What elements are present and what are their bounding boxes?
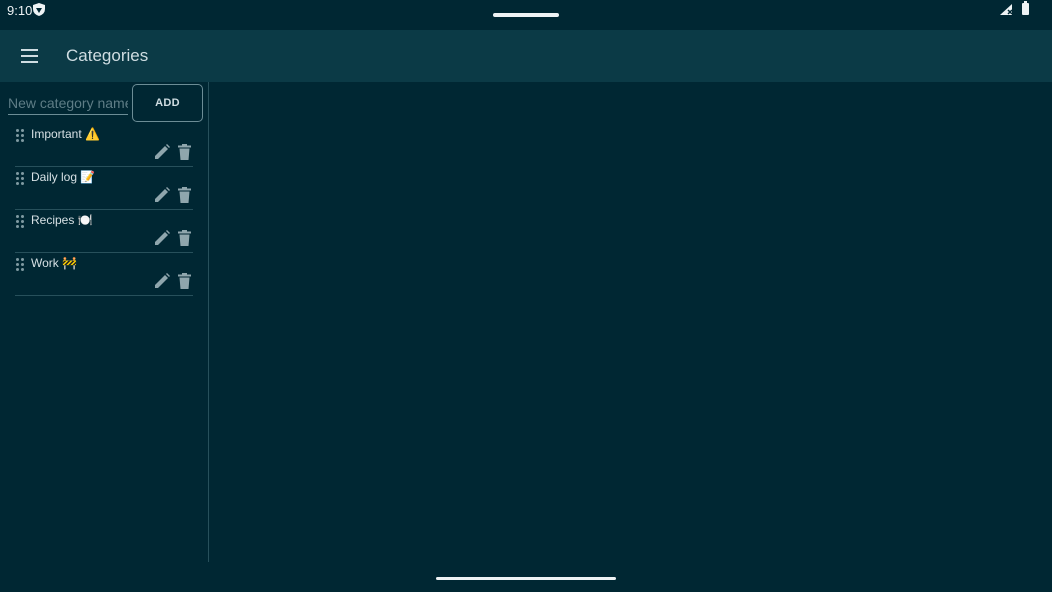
category-list: Important ⚠️ Daily log 📝 Recipes 🍽️ Work…	[0, 124, 208, 296]
delete-trash-icon[interactable]	[178, 144, 191, 160]
battery-icon	[1022, 1, 1029, 15]
drag-handle-icon[interactable]	[15, 128, 25, 144]
page-title: Categories	[66, 46, 149, 65]
category-label: Recipes 🍽️	[31, 213, 93, 227]
edit-pencil-icon[interactable]	[154, 144, 170, 160]
signal-icon	[1000, 4, 1013, 15]
edit-pencil-icon[interactable]	[154, 273, 170, 289]
delete-trash-icon[interactable]	[178, 273, 191, 289]
delete-trash-icon[interactable]	[178, 230, 191, 246]
panel-divider	[208, 82, 209, 562]
drag-handle-icon[interactable]	[15, 214, 25, 230]
drag-handle-icon[interactable]	[15, 257, 25, 273]
hamburger-menu-icon[interactable]	[21, 49, 38, 63]
screen: 9:10 Categories ADD	[0, 0, 1052, 592]
list-item[interactable]: Recipes 🍽️	[15, 210, 193, 253]
edit-pencil-icon[interactable]	[154, 187, 170, 203]
new-category-input[interactable]	[8, 92, 128, 115]
status-bar: 9:10	[0, 0, 1052, 30]
gesture-nav-bar[interactable]	[436, 577, 616, 580]
top-handle-pill	[493, 13, 559, 17]
app-bar: Categories	[0, 30, 1052, 82]
category-label: Daily log 📝	[31, 170, 96, 184]
drag-handle-icon[interactable]	[15, 171, 25, 187]
delete-trash-icon[interactable]	[178, 187, 191, 203]
vpn-key-icon	[33, 3, 45, 16]
list-item[interactable]: Important ⚠️	[15, 124, 193, 167]
category-label: Important ⚠️	[31, 127, 100, 141]
edit-pencil-icon[interactable]	[154, 230, 170, 246]
list-item[interactable]: Daily log 📝	[15, 167, 193, 210]
status-time: 9:10	[7, 3, 33, 18]
add-category-button[interactable]: ADD	[132, 84, 203, 122]
category-panel: ADD Important ⚠️	[0, 82, 208, 562]
category-label: Work 🚧	[31, 256, 78, 270]
list-item[interactable]: Work 🚧	[15, 253, 193, 296]
